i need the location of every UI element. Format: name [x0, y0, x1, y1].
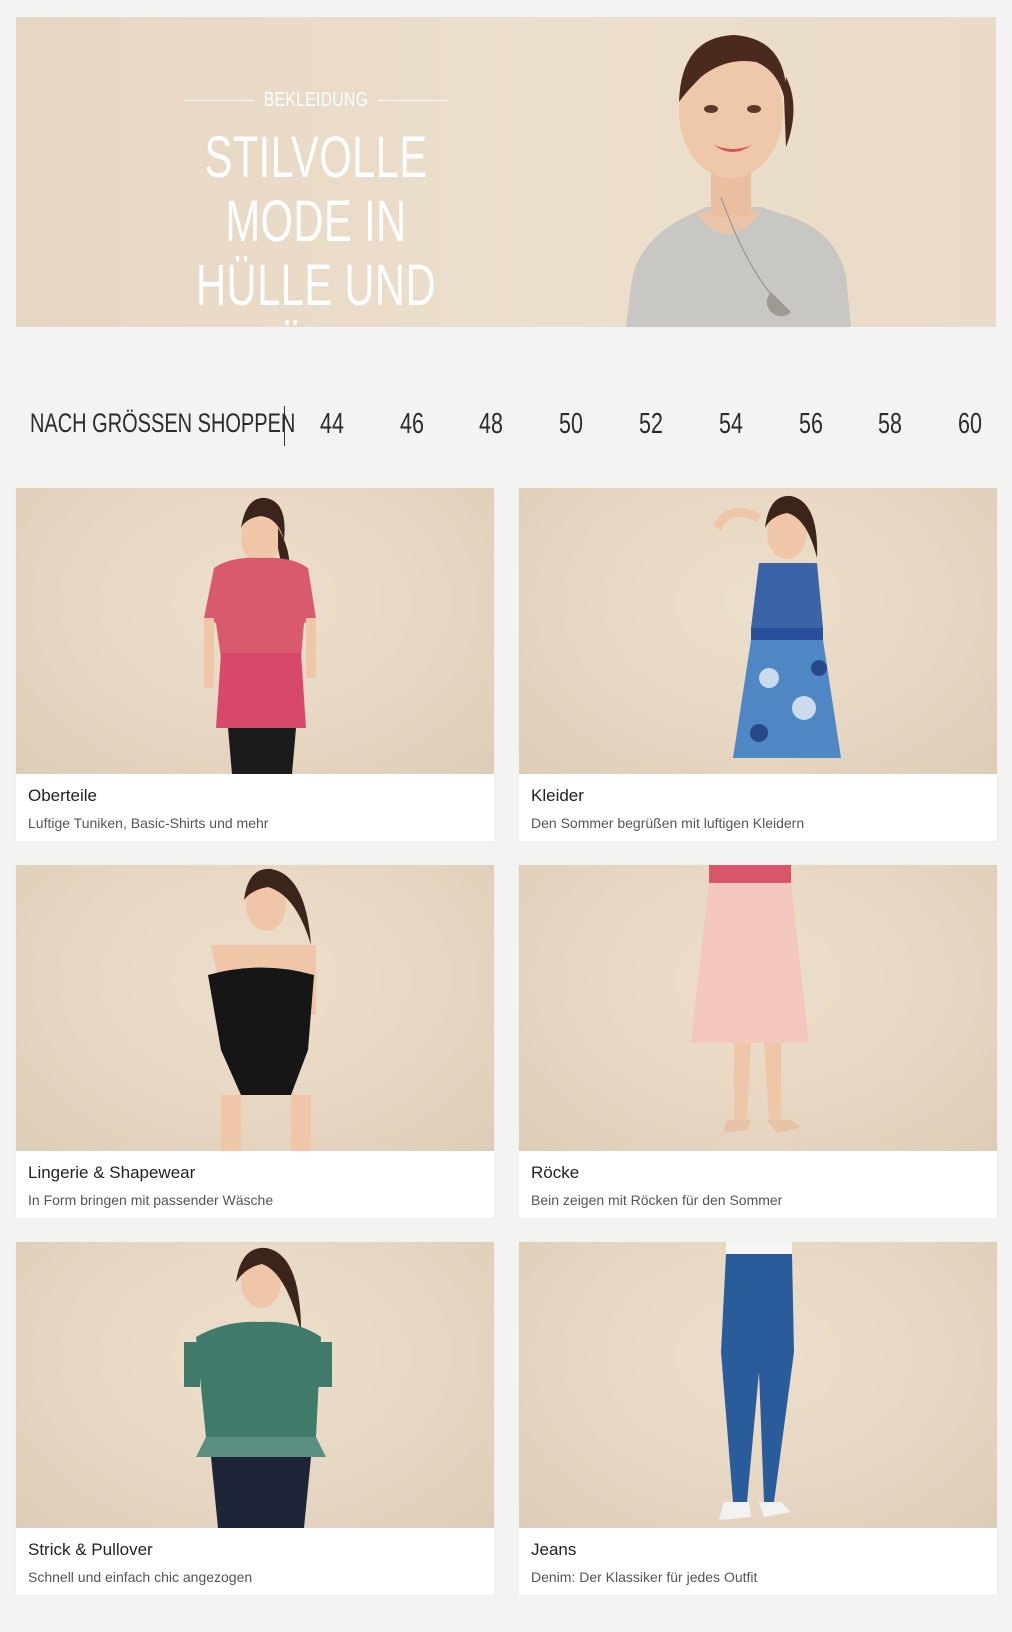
card-title-oberteile: Oberteile [28, 786, 97, 805]
hero-banner[interactable]: BEKLEIDUNG STILVOLLE MODE IN HÜLLE UND F… [16, 17, 996, 327]
model-photo-jeans [719, 1242, 794, 1520]
sizes-label: NACH GRÖSSEN SHOPPEN [30, 408, 296, 438]
size-link-54[interactable]: 54 [715, 408, 748, 441]
category-card-jeans[interactable]: Jeans Denim: Der Klassiker für jedes Out… [519, 1242, 997, 1595]
category-card-roecke[interactable]: Röcke Bein zeigen mit Röcken für den Som… [519, 865, 997, 1218]
hero-kicker: BEKLEIDUNG [183, 89, 449, 112]
hero-kicker-label: BEKLEIDUNG [263, 89, 369, 111]
kicker-line-right [377, 100, 449, 101]
card-subtitle-jeans: Denim: Der Klassiker für jedes Outfit [531, 1569, 758, 1585]
hero-title-line-1: STILVOLLE MODE IN [204, 125, 428, 254]
card-subtitle-kleider: Den Sommer begrüßen mit luftigen Kleider… [531, 815, 805, 831]
size-navigation: NACH GRÖSSEN SHOPPEN 44 46 48 50 52 54 5… [16, 398, 996, 448]
category-card-strick[interactable]: Strick & Pullover Schnell und einfach ch… [16, 1242, 494, 1595]
card-title-kleider: Kleider [531, 786, 584, 805]
card-image-strick [16, 1242, 494, 1528]
size-link-48[interactable]: 48 [475, 408, 508, 441]
card-title-lingerie: Lingerie & Shapewear [28, 1163, 196, 1182]
model-photo-roecke [691, 865, 809, 1133]
card-title-strick: Strick & Pullover [28, 1540, 153, 1559]
card-image-jeans [519, 1242, 997, 1528]
category-card-lingerie[interactable]: Lingerie & Shapewear In Form bringen mit… [16, 865, 494, 1218]
hero-model-photo [626, 35, 851, 327]
card-title-jeans: Jeans [531, 1540, 577, 1559]
model-photo-kleider [712, 495, 841, 758]
size-link-60[interactable]: 60 [954, 408, 987, 441]
size-link-46[interactable]: 46 [396, 408, 429, 441]
size-link-44[interactable]: 44 [316, 408, 349, 441]
hero-title-line-2: HÜLLE UND FÜLLE [196, 253, 436, 328]
model-photo-oberteile [204, 497, 316, 774]
size-link-52[interactable]: 52 [635, 408, 668, 441]
size-link-58[interactable]: 58 [874, 408, 907, 441]
card-image-oberteile [16, 488, 494, 774]
sizes-divider [284, 406, 285, 446]
card-subtitle-strick: Schnell und einfach chic angezogen [28, 1569, 253, 1585]
card-image-kleider [519, 488, 997, 774]
kicker-line-left [183, 100, 255, 101]
size-link-56[interactable]: 56 [795, 408, 828, 441]
card-image-lingerie [16, 865, 494, 1151]
hero-title: STILVOLLE MODE IN HÜLLE UND FÜLLE [194, 125, 439, 328]
size-link-50[interactable]: 50 [555, 408, 588, 441]
card-subtitle-lingerie: In Form bringen mit passender Wäsche [28, 1192, 274, 1208]
category-card-kleider[interactable]: Kleider Den Sommer begrüßen mit luftigen… [519, 488, 997, 841]
model-photo-lingerie [208, 868, 316, 1151]
card-subtitle-roecke: Bein zeigen mit Röcken für den Sommer [531, 1192, 783, 1208]
hero-text: BEKLEIDUNG STILVOLLE MODE IN HÜLLE UND F… [146, 89, 486, 327]
card-subtitle-oberteile: Luftige Tuniken, Basic-Shirts und mehr [28, 815, 269, 831]
category-card-oberteile[interactable]: Oberteile Luftige Tuniken, Basic-Shirts … [16, 488, 494, 841]
card-image-roecke [519, 865, 997, 1151]
model-photo-strick [184, 1247, 332, 1528]
card-title-roecke: Röcke [531, 1163, 580, 1182]
